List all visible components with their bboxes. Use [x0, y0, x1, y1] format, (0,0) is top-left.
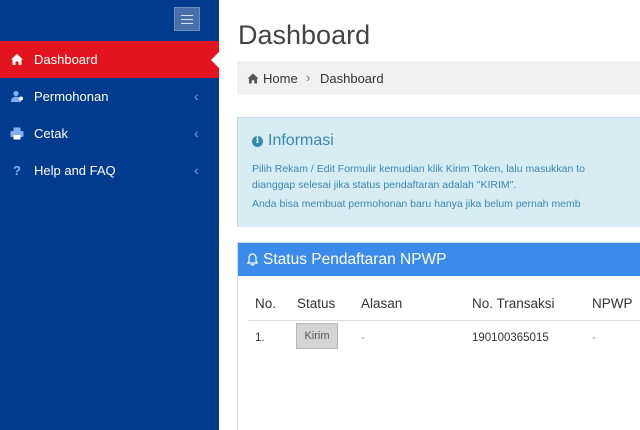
breadcrumb-current: Dashboard — [320, 71, 384, 86]
hamburger-line — [181, 14, 193, 16]
sidebar-item-label: Help and FAQ — [34, 163, 116, 178]
home-icon — [247, 72, 259, 84]
page-title: Dashboard — [238, 20, 371, 50]
sidebar-item-help-faq[interactable]: ? Help and FAQ ‹ — [0, 152, 219, 189]
chevron-left-icon: ‹ — [194, 88, 199, 104]
sidebar-item-label: Cetak — [34, 126, 68, 141]
sidebar-item-label: Permohonan — [34, 89, 109, 104]
users-icon — [10, 89, 24, 103]
column-header-no-transaksi: No. Transaksi — [472, 296, 555, 311]
cell-no: 1. — [255, 332, 265, 344]
column-header-alasan: Alasan — [361, 296, 403, 311]
cell-no-transaksi: 190100365015 — [472, 332, 549, 344]
info-text-line: dianggap selesai jika status pendaftaran… — [252, 179, 517, 191]
cell-npwp: - — [592, 332, 596, 344]
sidebar-toggle-button[interactable] — [174, 7, 200, 31]
sidebar: Dashboard Permohonan ‹ Cetak ‹ ? Help an… — [0, 0, 219, 430]
column-header-npwp: NPWP — [592, 296, 633, 311]
column-header-status: Status — [297, 296, 336, 311]
status-panel-title: Status Pendaftaran NPWP — [263, 251, 447, 268]
info-title: i Informasi — [252, 132, 334, 150]
info-title-text: Informasi — [268, 132, 334, 149]
status-panel: Status Pendaftaran NPWP No. Status Alasa… — [237, 242, 640, 430]
active-indicator — [211, 52, 219, 68]
breadcrumb-home-link[interactable]: Home — [263, 71, 298, 86]
bell-icon — [246, 253, 259, 266]
cell-alasan: - — [361, 332, 365, 344]
sidebar-item-label: Dashboard — [34, 52, 98, 67]
chevron-left-icon: ‹ — [194, 125, 199, 141]
status-panel-header: Status Pendaftaran NPWP — [238, 243, 640, 276]
hamburger-line — [181, 22, 193, 24]
sidebar-header — [0, 0, 219, 40]
info-text-line: Pilih Rekam / Edit Formulir kemudian kli… — [252, 163, 586, 175]
table-header-divider — [248, 320, 640, 321]
breadcrumb: Home › Dashboard — [237, 61, 640, 95]
print-icon — [10, 126, 24, 140]
info-text-line: Anda bisa membuat permohonan baru hanya … — [252, 198, 581, 210]
home-icon — [10, 52, 24, 66]
chevron-left-icon: ‹ — [194, 162, 199, 178]
info-icon: i — [252, 135, 263, 147]
question-icon: ? — [13, 162, 21, 178]
sidebar-item-dashboard[interactable]: Dashboard — [0, 41, 219, 78]
column-header-no: No. — [255, 296, 277, 311]
sidebar-item-permohonan[interactable]: Permohonan ‹ — [0, 78, 219, 115]
info-box: i Informasi Pilih Rekam / Edit Formulir … — [237, 117, 640, 227]
status-badge: Kirim — [296, 323, 338, 349]
chevron-right-icon: › — [306, 70, 311, 85]
hamburger-line — [181, 18, 193, 20]
sidebar-item-cetak[interactable]: Cetak ‹ — [0, 115, 219, 152]
